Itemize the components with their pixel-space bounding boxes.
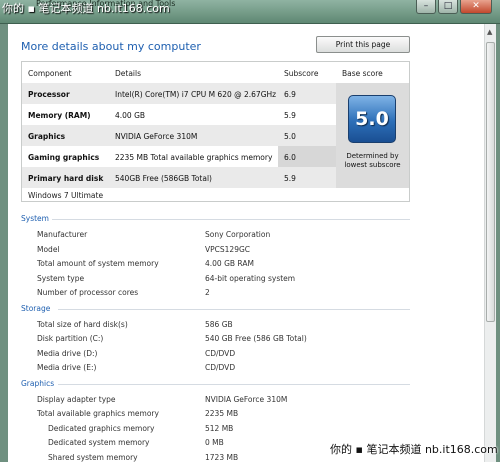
info-label: Display adapter type bbox=[37, 395, 116, 404]
info-label: Model bbox=[37, 245, 60, 254]
row-component: Graphics bbox=[28, 132, 66, 141]
print-page-button[interactable]: Print this page bbox=[316, 36, 410, 53]
info-label: Shared system memory bbox=[48, 453, 138, 462]
row-subscore: 6.9 bbox=[284, 90, 296, 99]
row-component: Memory (RAM) bbox=[28, 111, 91, 120]
header-details: Details bbox=[115, 69, 142, 78]
section-title-system: System bbox=[21, 214, 49, 223]
info-label: Total available graphics memory bbox=[37, 409, 159, 418]
info-label: Dedicated system memory bbox=[48, 438, 150, 447]
info-value: Sony Corporation bbox=[205, 230, 271, 239]
info-value: CD/DVD bbox=[205, 363, 236, 372]
info-label: Dedicated graphics memory bbox=[48, 424, 155, 433]
scrollbar-thumb[interactable] bbox=[486, 42, 495, 322]
base-score-panel: 5.0 Determined by lowest subscore bbox=[336, 83, 409, 188]
info-label: Media drive (D:) bbox=[37, 349, 98, 358]
row-subscore: 5.9 bbox=[284, 111, 296, 120]
page-heading: More details about my computer bbox=[21, 40, 201, 53]
info-value: 512 MB bbox=[205, 424, 234, 433]
maximize-button[interactable]: □ bbox=[438, 0, 458, 14]
row-details: Intel(R) Core(TM) i7 CPU M 620 @ 2.67GHz bbox=[115, 90, 277, 99]
info-value: 586 GB bbox=[205, 320, 233, 329]
info-value: CD/DVD bbox=[205, 349, 236, 358]
content-pane: More details about my computer Print thi… bbox=[8, 24, 484, 462]
minimize-button[interactable]: – bbox=[416, 0, 436, 14]
table-row: Gaming graphics 2235 MB Total available … bbox=[22, 146, 336, 167]
section-divider bbox=[58, 309, 410, 310]
info-label: System type bbox=[37, 274, 85, 283]
os-edition: Windows 7 Ultimate bbox=[28, 191, 104, 200]
header-base-score: Base score bbox=[342, 69, 383, 78]
row-details: 2235 MB Total available graphics memory bbox=[115, 153, 273, 162]
table-row: Graphics NVIDIA GeForce 310M 5.0 bbox=[22, 125, 336, 146]
info-value: 64-bit operating system bbox=[205, 274, 296, 283]
info-value: 2235 MB bbox=[205, 409, 239, 418]
info-label: Number of processor cores bbox=[37, 288, 139, 297]
info-label: Disk partition (C:) bbox=[37, 334, 104, 343]
scroll-up-icon[interactable]: ▲ bbox=[487, 28, 492, 36]
score-table: Component Details Subscore Base score Pr… bbox=[21, 61, 410, 202]
score-table-header: Component Details Subscore Base score bbox=[22, 62, 409, 83]
close-button[interactable]: ✕ bbox=[460, 0, 492, 14]
info-value: 0 MB bbox=[205, 438, 224, 447]
determined-by-label: Determined by lowest subscore bbox=[344, 152, 401, 169]
watermark-top: 你的 ▪ 笔记本频道 nb.it168.com bbox=[2, 2, 170, 15]
info-label: Manufacturer bbox=[37, 230, 88, 239]
window-frame-right bbox=[496, 24, 500, 462]
info-value: NVIDIA GeForce 310M bbox=[205, 395, 288, 404]
header-subscore: Subscore bbox=[284, 69, 319, 78]
row-component: Processor bbox=[28, 90, 70, 99]
info-value: 540 GB Free (586 GB Total) bbox=[205, 334, 307, 343]
window-frame-left bbox=[0, 24, 8, 462]
table-row: Processor Intel(R) Core(TM) i7 CPU M 620… bbox=[22, 83, 336, 104]
row-subscore: 5.9 bbox=[284, 174, 296, 183]
row-details: 4.00 GB bbox=[115, 111, 146, 120]
watermark-bottom: 你的 ▪ 笔记本频道 nb.it168.com bbox=[330, 443, 498, 456]
info-value: 2 bbox=[205, 288, 210, 297]
section-title-storage: Storage bbox=[21, 304, 51, 313]
row-component: Primary hard disk bbox=[28, 174, 104, 183]
info-value: 4.00 GB RAM bbox=[205, 259, 254, 268]
row-subscore: 6.0 bbox=[284, 153, 296, 162]
section-title-graphics: Graphics bbox=[21, 379, 55, 388]
header-component: Component bbox=[28, 69, 72, 78]
row-details: NVIDIA GeForce 310M bbox=[115, 132, 198, 141]
table-row: Primary hard disk 540GB Free (586GB Tota… bbox=[22, 167, 336, 188]
vertical-scrollbar[interactable]: ▲ bbox=[484, 24, 496, 462]
info-label: Total amount of system memory bbox=[37, 259, 159, 268]
window-titlebar: Performance Information and Tools 你的 ▪ 笔… bbox=[0, 0, 500, 24]
info-value: VPCS129GC bbox=[205, 245, 251, 254]
row-details: 540GB Free (586GB Total) bbox=[115, 174, 212, 183]
row-subscore: 5.0 bbox=[284, 132, 296, 141]
base-score-badge[interactable]: 5.0 bbox=[348, 95, 396, 143]
info-value: 1723 MB bbox=[205, 453, 239, 462]
section-divider bbox=[52, 219, 410, 220]
table-row: Memory (RAM) 4.00 GB 5.9 bbox=[22, 104, 336, 125]
info-label: Total size of hard disk(s) bbox=[37, 320, 128, 329]
window-controls: – □ ✕ bbox=[416, 0, 492, 14]
section-divider bbox=[58, 384, 410, 385]
info-label: Media drive (E:) bbox=[37, 363, 97, 372]
row-component: Gaming graphics bbox=[28, 153, 100, 162]
